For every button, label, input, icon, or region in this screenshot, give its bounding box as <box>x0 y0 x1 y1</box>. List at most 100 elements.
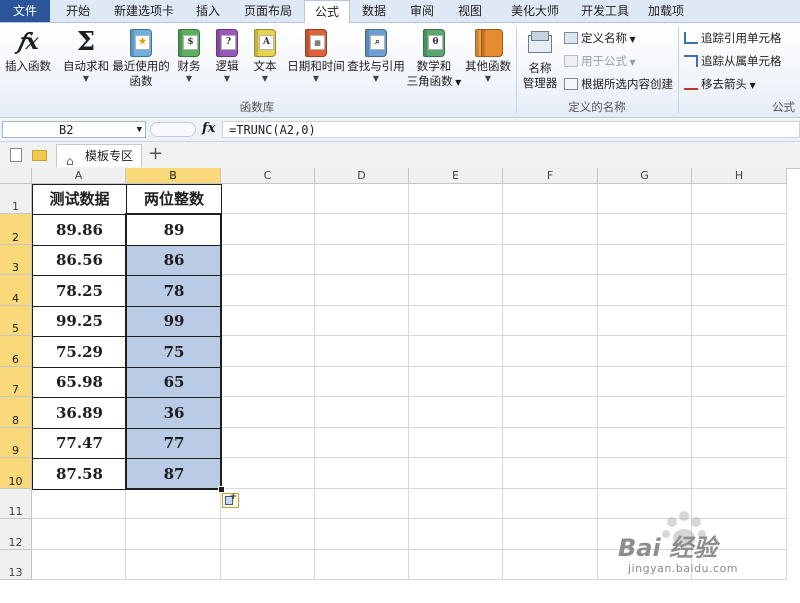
cell-b4[interactable]: 78 <box>126 275 222 307</box>
cell-e4[interactable] <box>409 275 503 306</box>
cell-g8[interactable] <box>598 397 692 428</box>
cell-a11[interactable] <box>32 489 126 519</box>
cell-g3[interactable] <box>598 245 692 275</box>
cell-f13[interactable] <box>503 550 598 580</box>
text-button[interactable]: A 文本 ▼ <box>248 27 282 83</box>
cell-h7[interactable] <box>692 367 787 397</box>
insert-function-fx-button[interactable]: fx <box>202 121 215 136</box>
cell-a9[interactable]: 77.47 <box>32 428 127 459</box>
row-header-3[interactable]: 3 <box>0 245 32 275</box>
tab-beautify[interactable]: 美化大师 <box>500 0 570 22</box>
cell-a3[interactable]: 86.56 <box>32 245 127 276</box>
column-header-a[interactable]: A <box>32 168 126 184</box>
cell-f7[interactable] <box>503 367 598 397</box>
cell-c6[interactable] <box>221 336 315 367</box>
cell-a2[interactable]: 89.86 <box>32 214 127 246</box>
autosum-button[interactable]: Σ 自动求和 ▼ <box>60 27 112 83</box>
cell-a12[interactable] <box>32 519 126 550</box>
row-header-10[interactable]: 10 <box>0 458 32 489</box>
cell-b6[interactable]: 75 <box>126 336 222 368</box>
cell-h5[interactable] <box>692 306 787 336</box>
cell-c8[interactable] <box>221 397 315 428</box>
cell-b8[interactable]: 36 <box>126 397 222 429</box>
cell-d12[interactable] <box>315 519 409 550</box>
cell-d9[interactable] <box>315 428 409 458</box>
tab-home[interactable]: 开始 <box>56 0 100 22</box>
cell-b1[interactable]: 两位整数 <box>126 184 222 215</box>
cell-b2[interactable]: 89 <box>126 214 222 246</box>
cell-e12[interactable] <box>409 519 503 550</box>
cell-c2[interactable] <box>221 214 315 245</box>
tab-review[interactable]: 审阅 <box>402 0 442 22</box>
lookup-button[interactable]: ⌕ 查找与引用 ▼ <box>346 27 406 83</box>
cell-f3[interactable] <box>503 245 598 275</box>
workbook-tab-template[interactable]: ⌂ 模板专区 <box>56 144 142 168</box>
cell-h2[interactable] <box>692 214 787 245</box>
row-header-11[interactable]: 11 <box>0 489 32 519</box>
cell-g9[interactable] <box>598 428 692 458</box>
logical-button[interactable]: ? 逻辑 ▼ <box>210 27 244 83</box>
cell-e10[interactable] <box>409 458 503 489</box>
cell-a5[interactable]: 99.25 <box>32 306 127 337</box>
cell-a7[interactable]: 65.98 <box>32 367 127 398</box>
cell-d6[interactable] <box>315 336 409 367</box>
cell-h1[interactable] <box>692 184 787 214</box>
cell-f8[interactable] <box>503 397 598 428</box>
cell-b5[interactable]: 99 <box>126 306 222 337</box>
datetime-button[interactable]: ▦ 日期和时间 ▼ <box>286 27 346 83</box>
tab-formulas[interactable]: 公式 <box>304 0 350 23</box>
cell-a13[interactable] <box>32 550 126 580</box>
cell-g7[interactable] <box>598 367 692 397</box>
insert-function-button[interactable]: 𝑓x 插入函数 <box>2 27 54 74</box>
tab-view[interactable]: 视图 <box>450 0 490 22</box>
create-from-selection-button[interactable]: 根据所选内容创建 <box>564 75 673 93</box>
cell-f12[interactable] <box>503 519 598 550</box>
fill-handle[interactable] <box>218 486 225 493</box>
cell-d3[interactable] <box>315 245 409 275</box>
cell-h3[interactable] <box>692 245 787 275</box>
cell-e2[interactable] <box>409 214 503 245</box>
cell-c3[interactable] <box>221 245 315 275</box>
cell-a8[interactable]: 36.89 <box>32 397 127 429</box>
row-header-4[interactable]: 4 <box>0 275 32 306</box>
cell-e5[interactable] <box>409 306 503 336</box>
row-header-7[interactable]: 7 <box>0 367 32 397</box>
cell-c9[interactable] <box>221 428 315 458</box>
row-header-2[interactable]: 2 <box>0 214 32 245</box>
cell-e8[interactable] <box>409 397 503 428</box>
cell-h6[interactable] <box>692 336 787 367</box>
row-header-8[interactable]: 8 <box>0 397 32 428</box>
cell-h4[interactable] <box>692 275 787 306</box>
row-header-12[interactable]: 12 <box>0 519 32 550</box>
cell-f1[interactable] <box>503 184 598 214</box>
cell-c5[interactable] <box>221 306 315 336</box>
cell-e6[interactable] <box>409 336 503 367</box>
cell-e7[interactable] <box>409 367 503 397</box>
row-header-13[interactable]: 13 <box>0 550 32 580</box>
cell-f2[interactable] <box>503 214 598 245</box>
cell-e11[interactable] <box>409 489 503 519</box>
cell-d1[interactable] <box>315 184 409 214</box>
cell-b11[interactable] <box>126 489 221 519</box>
cell-h9[interactable] <box>692 428 787 458</box>
cell-d4[interactable] <box>315 275 409 306</box>
cell-f4[interactable] <box>503 275 598 306</box>
cell-g10[interactable] <box>598 458 692 489</box>
more-functions-button[interactable]: 其他函数 ▼ <box>462 27 514 83</box>
cell-g1[interactable] <box>598 184 692 214</box>
name-manager-button[interactable]: 名称 管理器 <box>520 29 560 91</box>
cell-a4[interactable]: 78.25 <box>32 275 127 307</box>
cell-a10[interactable]: 87.58 <box>32 458 127 490</box>
column-header-f[interactable]: F <box>503 168 598 184</box>
cell-g4[interactable] <box>598 275 692 306</box>
tab-page-layout[interactable]: 页面布局 <box>236 0 300 22</box>
folder-icon[interactable] <box>32 150 47 161</box>
cell-f9[interactable] <box>503 428 598 458</box>
cell-d10[interactable] <box>315 458 409 489</box>
auto-fill-options-icon[interactable] <box>222 492 239 508</box>
cell-c4[interactable] <box>221 275 315 306</box>
cell-e3[interactable] <box>409 245 503 275</box>
column-header-c[interactable]: C <box>221 168 315 184</box>
remove-arrows-button[interactable]: 移去箭头 ▼ <box>684 75 756 93</box>
cell-d7[interactable] <box>315 367 409 397</box>
